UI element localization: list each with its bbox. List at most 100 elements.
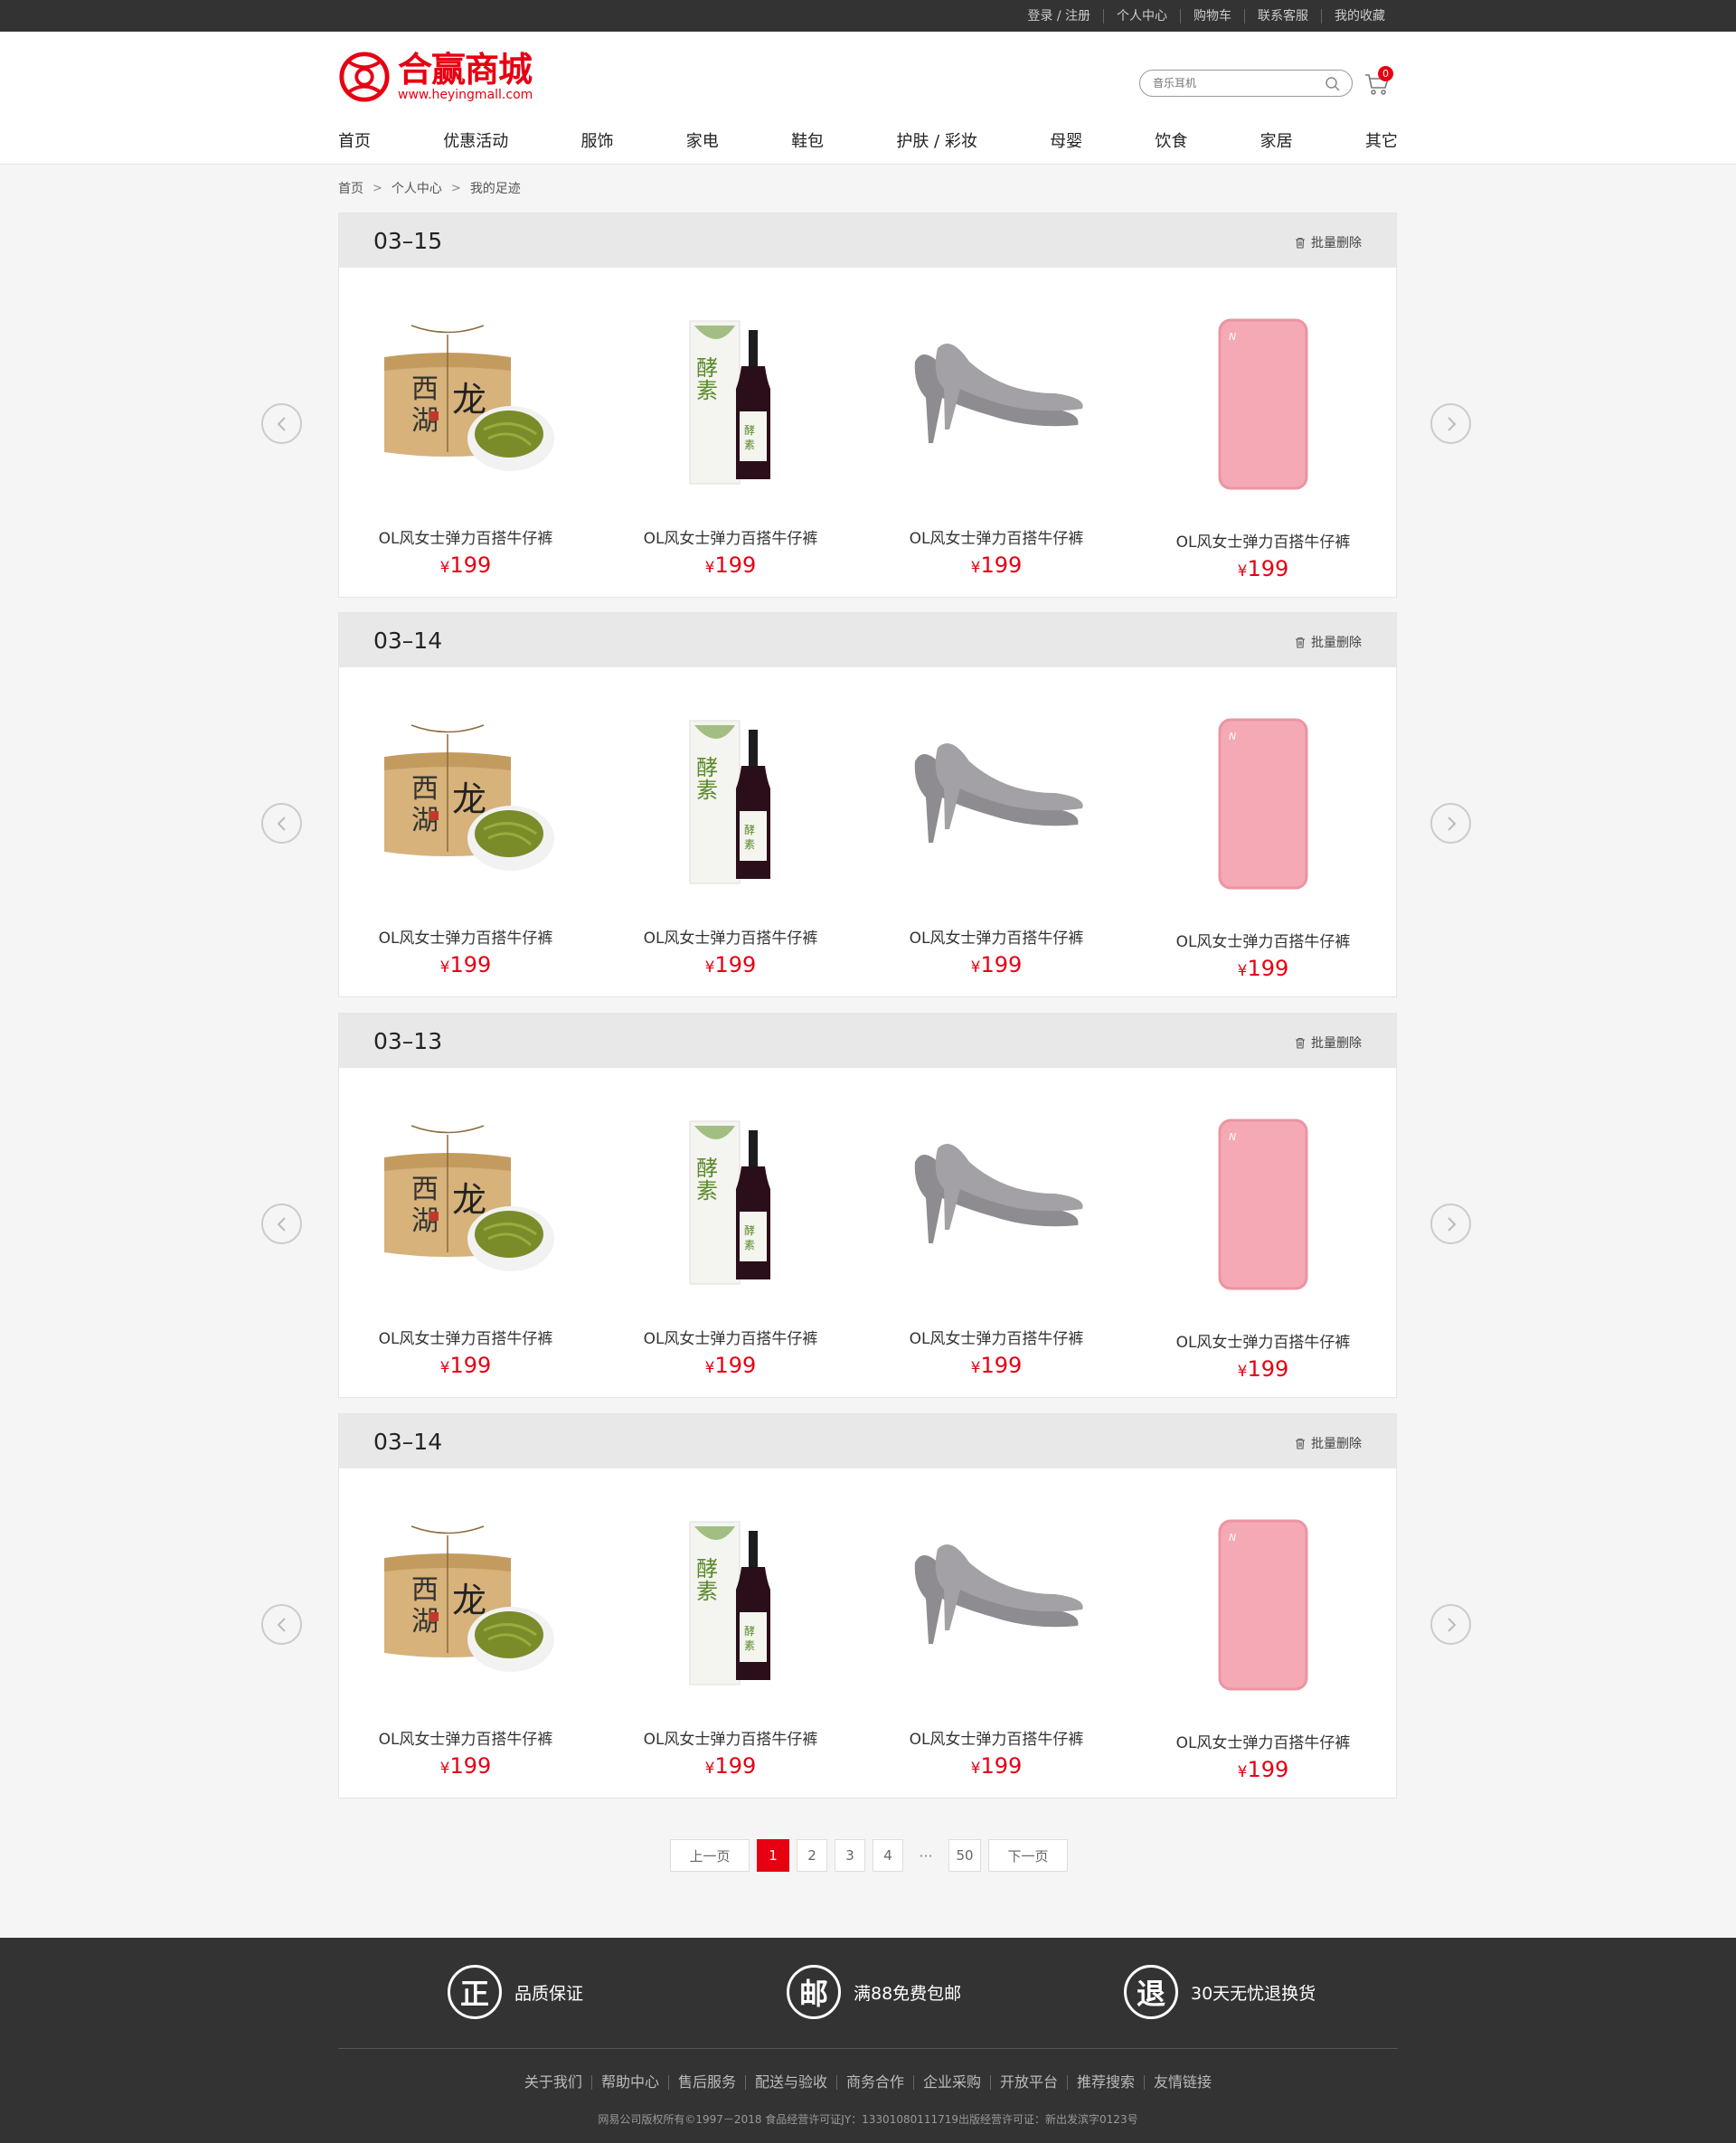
wine-bottle-icon[interactable]: 酵 素 酵 素 bbox=[640, 1108, 821, 1289]
product-card[interactable]: OL风女士弹力百搭牛仔裤 ¥199 bbox=[897, 1068, 1096, 1397]
batch-delete-label: 批量删除 bbox=[1311, 1036, 1362, 1051]
carousel-next-button[interactable] bbox=[1430, 1604, 1471, 1645]
product-card[interactable]: 酵 素 酵 素 OL风女士弹力百搭牛仔裤 ¥199 bbox=[631, 667, 830, 996]
page-button-3[interactable]: 3 bbox=[835, 1839, 865, 1872]
page-button-4[interactable]: 4 bbox=[873, 1839, 903, 1872]
product-name[interactable]: OL风女士弹力百搭牛仔裤 bbox=[631, 925, 830, 948]
wine-bottle-icon[interactable]: 酵 素 酵 素 bbox=[640, 307, 821, 488]
product-name[interactable]: OL风女士弹力百搭牛仔裤 bbox=[897, 1326, 1096, 1348]
batch-delete-button[interactable]: 批量删除 bbox=[1295, 1434, 1362, 1452]
product-card[interactable]: 西 湖 龙 OL风女士弹力百搭牛仔裤 ¥199 bbox=[366, 1468, 565, 1798]
batch-delete-button[interactable]: 批量删除 bbox=[1295, 1034, 1362, 1052]
nav-promotions[interactable]: 优惠活动 bbox=[443, 128, 508, 152]
product-name[interactable]: OL风女士弹力百搭牛仔裤 bbox=[366, 1326, 565, 1348]
product-card[interactable]: N OL风女士弹力百搭牛仔裤 ¥199 bbox=[1164, 1472, 1363, 1801]
wine-bottle-icon[interactable]: 酵 素 酵 素 bbox=[640, 1508, 821, 1689]
product-name[interactable]: OL风女士弹力百搭牛仔裤 bbox=[897, 925, 1096, 948]
next-page-button[interactable]: 下一页 bbox=[988, 1839, 1068, 1872]
product-name[interactable]: OL风女士弹力百搭牛仔裤 bbox=[631, 1726, 830, 1749]
carousel-prev-button[interactable] bbox=[261, 803, 302, 844]
heels-icon[interactable] bbox=[906, 307, 1087, 488]
product-name[interactable]: OL风女士弹力百搭牛仔裤 bbox=[897, 1726, 1096, 1749]
page-button-2[interactable]: 2 bbox=[797, 1839, 827, 1872]
batch-delete-button[interactable]: 批量删除 bbox=[1295, 233, 1362, 251]
product-name[interactable]: OL风女士弹力百搭牛仔裤 bbox=[631, 525, 830, 548]
heels-icon[interactable] bbox=[906, 1508, 1087, 1689]
footer-link-after-sales[interactable]: 售后服务 bbox=[667, 2075, 745, 2090]
product-card[interactable]: N OL风女士弹力百搭牛仔裤 ¥199 bbox=[1164, 1072, 1363, 1401]
page-button-1[interactable]: 1 bbox=[757, 1839, 789, 1872]
nav-shoes-bags[interactable]: 鞋包 bbox=[791, 128, 824, 152]
search-icon[interactable] bbox=[1325, 76, 1341, 92]
top-link-favorites[interactable]: 我的收藏 bbox=[1321, 8, 1398, 24]
product-name[interactable]: OL风女士弹力百搭牛仔裤 bbox=[1164, 929, 1363, 951]
nav-skincare-makeup[interactable]: 护肤 / 彩妆 bbox=[896, 128, 977, 152]
site-logo[interactable]: 合赢商城 www.heyingmall.com bbox=[338, 50, 533, 104]
nav-food[interactable]: 饮食 bbox=[1155, 128, 1187, 152]
carousel-next-button[interactable] bbox=[1430, 803, 1471, 844]
nav-appliances[interactable]: 家电 bbox=[686, 128, 719, 152]
footer-link-enterprise[interactable]: 企业采购 bbox=[913, 2075, 990, 2090]
product-name[interactable]: OL风女士弹力百搭牛仔裤 bbox=[897, 525, 1096, 548]
footer-link-business[interactable]: 商务合作 bbox=[835, 2075, 913, 2090]
product-card[interactable]: 西 湖 龙 OL风女士弹力百搭牛仔裤 ¥199 bbox=[366, 1068, 565, 1397]
product-card[interactable]: OL风女士弹力百搭牛仔裤 ¥199 bbox=[897, 268, 1096, 597]
product-name[interactable]: OL风女士弹力百搭牛仔裤 bbox=[631, 1326, 830, 1348]
tea-icon[interactable]: 西 湖 龙 bbox=[375, 707, 556, 888]
nav-apparel[interactable]: 服饰 bbox=[581, 128, 614, 152]
product-name[interactable]: OL风女士弹力百搭牛仔裤 bbox=[1164, 1730, 1363, 1752]
product-card[interactable]: 西 湖 龙 OL风女士弹力百搭牛仔裤 ¥199 bbox=[366, 667, 565, 996]
carousel-prev-button[interactable] bbox=[261, 1204, 302, 1244]
heels-icon[interactable] bbox=[906, 1108, 1087, 1289]
power-bank-icon[interactable]: N bbox=[1173, 1512, 1354, 1693]
carousel-prev-button[interactable] bbox=[261, 1604, 302, 1645]
product-card[interactable]: OL风女士弹力百搭牛仔裤 ¥199 bbox=[897, 667, 1096, 996]
breadcrumb-user-center[interactable]: 个人中心 bbox=[392, 179, 442, 197]
footer-divider bbox=[338, 2048, 1398, 2049]
power-bank-icon[interactable]: N bbox=[1173, 311, 1354, 492]
carousel-next-button[interactable] bbox=[1430, 403, 1471, 444]
heels-icon[interactable] bbox=[906, 707, 1087, 888]
product-name[interactable]: OL风女士弹力百搭牛仔裤 bbox=[366, 525, 565, 548]
svg-text:湖: 湖 bbox=[411, 805, 439, 836]
footer-link-friends[interactable]: 友情链接 bbox=[1144, 2075, 1221, 2090]
product-card[interactable]: 西 湖 龙 OL风女士弹力百搭牛仔裤 ¥199 bbox=[366, 268, 565, 597]
footer-link-open-platform[interactable]: 开放平台 bbox=[990, 2075, 1067, 2090]
top-link-login[interactable]: 登录 / 注册 bbox=[1014, 9, 1103, 24]
nav-home[interactable]: 首页 bbox=[338, 128, 371, 152]
nav-home-goods[interactable]: 家居 bbox=[1260, 128, 1293, 152]
top-link-cart[interactable]: 购物车 bbox=[1180, 8, 1244, 24]
carousel-next-button[interactable] bbox=[1430, 1204, 1471, 1244]
tea-icon[interactable]: 西 湖 龙 bbox=[375, 1508, 556, 1689]
footer-link-delivery[interactable]: 配送与验收 bbox=[744, 2075, 836, 2090]
product-card[interactable]: OL风女士弹力百搭牛仔裤 ¥199 bbox=[897, 1468, 1096, 1798]
product-card[interactable]: 酵 素 酵 素 OL风女士弹力百搭牛仔裤 ¥199 bbox=[631, 268, 830, 597]
breadcrumb-home[interactable]: 首页 bbox=[338, 179, 363, 197]
wine-bottle-icon[interactable]: 酵 素 酵 素 bbox=[640, 707, 821, 888]
product-card[interactable]: 酵 素 酵 素 OL风女士弹力百搭牛仔裤 ¥199 bbox=[631, 1468, 830, 1798]
batch-delete-button[interactable]: 批量删除 bbox=[1295, 633, 1362, 651]
tea-icon[interactable]: 西 湖 龙 bbox=[375, 307, 556, 488]
product-card[interactable]: 酵 素 酵 素 OL风女士弹力百搭牛仔裤 ¥199 bbox=[631, 1068, 830, 1397]
product-name[interactable]: OL风女士弹力百搭牛仔裤 bbox=[1164, 1329, 1363, 1352]
product-card[interactable]: N OL风女士弹力百搭牛仔裤 ¥199 bbox=[1164, 671, 1363, 1000]
product-name[interactable]: OL风女士弹力百搭牛仔裤 bbox=[366, 1726, 565, 1749]
carousel-prev-button[interactable] bbox=[261, 403, 302, 444]
top-link-customer-service[interactable]: 联系客服 bbox=[1244, 8, 1321, 24]
footer-link-help[interactable]: 帮助中心 bbox=[590, 2075, 668, 2090]
currency-symbol: ¥ bbox=[1237, 1763, 1248, 1781]
tea-icon[interactable]: 西 湖 龙 bbox=[375, 1108, 556, 1289]
product-name[interactable]: OL风女士弹力百搭牛仔裤 bbox=[1164, 529, 1363, 552]
top-link-user-center[interactable]: 个人中心 bbox=[1103, 8, 1180, 24]
prev-page-button[interactable]: 上一页 bbox=[670, 1839, 750, 1872]
footer-link-about[interactable]: 关于我们 bbox=[515, 2075, 591, 2090]
page-button-last[interactable]: 50 bbox=[948, 1839, 981, 1872]
product-card[interactable]: N OL风女士弹力百搭牛仔裤 ¥199 bbox=[1164, 271, 1363, 600]
nav-other[interactable]: 其它 bbox=[1365, 128, 1398, 152]
search-input[interactable] bbox=[1153, 77, 1325, 90]
footer-link-search[interactable]: 推荐搜索 bbox=[1067, 2075, 1144, 2090]
power-bank-icon[interactable]: N bbox=[1173, 1111, 1354, 1292]
product-name[interactable]: OL风女士弹力百搭牛仔裤 bbox=[366, 925, 565, 948]
power-bank-icon[interactable]: N bbox=[1173, 711, 1354, 892]
nav-baby[interactable]: 母婴 bbox=[1050, 128, 1082, 152]
